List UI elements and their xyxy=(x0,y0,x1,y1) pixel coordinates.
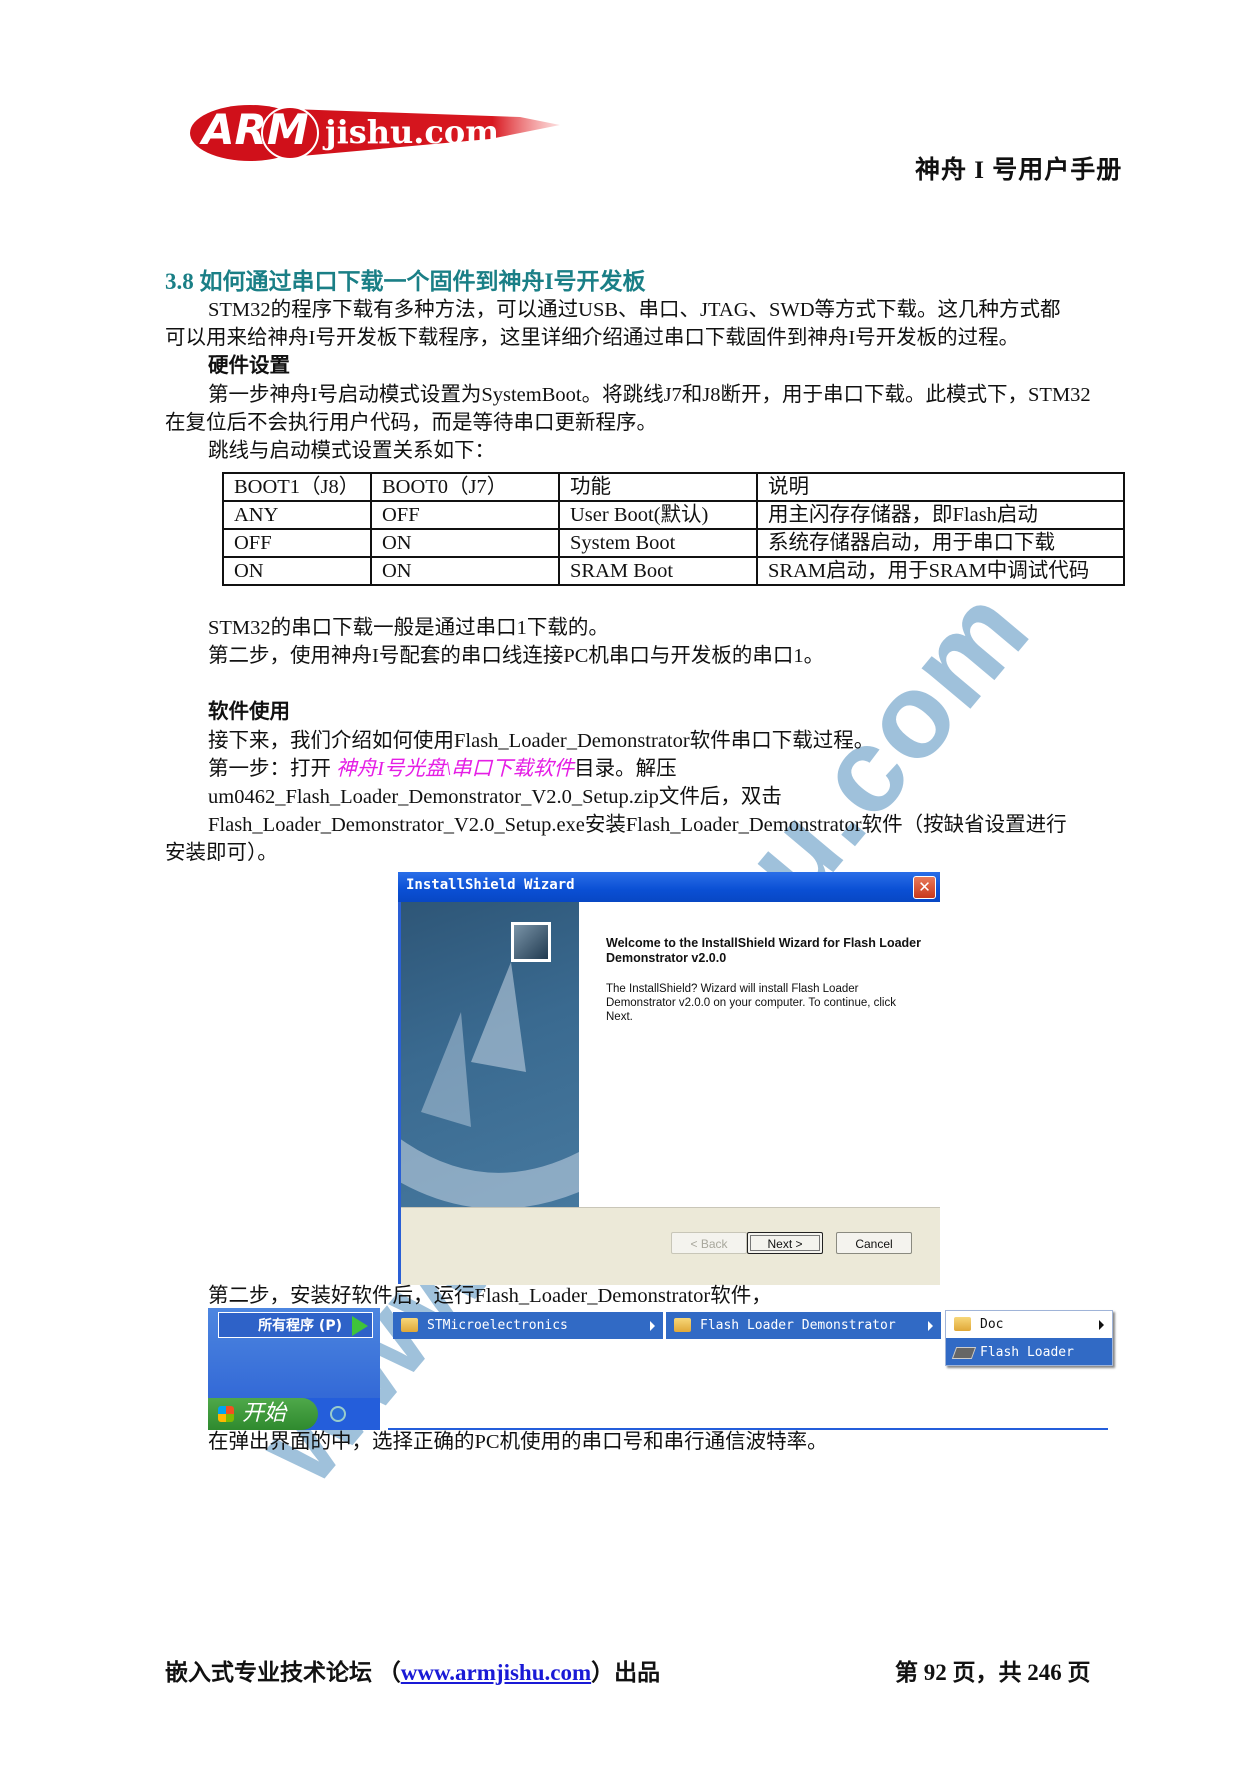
software-step1-zip: um0462_Flash_Loader_Demonstrator_V2.0_Se… xyxy=(208,786,782,808)
software-heading: 软件使用 xyxy=(208,701,290,723)
table-cell: User Boot(默认) xyxy=(558,500,758,530)
wizard-content: Welcome to the InstallShield Wizard for … xyxy=(606,936,926,1024)
menu-item-flash-loader-demo[interactable]: Flash Loader Demo xyxy=(946,1339,1112,1387)
back-button[interactable]: < Back xyxy=(671,1232,747,1254)
all-programs-item[interactable]: 所有程序 (P) xyxy=(218,1312,373,1338)
footer-prefix: 嵌入式专业技术论坛 （ xyxy=(165,1660,401,1685)
start-button[interactable]: 开始 xyxy=(208,1398,318,1430)
folder-icon xyxy=(674,1318,691,1332)
armjishu-logo: ARM jishu.com xyxy=(190,95,560,167)
hardware-step2: 第二步，使用神舟I号配套的串口线连接PC机串口与开发板的串口1。 xyxy=(208,645,825,667)
table-row: OFF ON System Boot 系统存储器启动，用于串口下载 xyxy=(222,528,1125,558)
close-icon[interactable]: ✕ xyxy=(913,876,936,899)
table-header-cell: 功能 xyxy=(558,472,758,502)
menu-item-doc[interactable]: Doc xyxy=(946,1311,1112,1338)
table-intro: 跳线与启动模式设置关系如下： xyxy=(208,440,495,462)
cancel-button[interactable]: Cancel xyxy=(836,1232,912,1254)
cd-directory-link[interactable]: 神舟I号光盘\串口下载软件 xyxy=(336,758,574,780)
hardware-heading: 硬件设置 xyxy=(208,355,290,377)
intro-paragraph-line2: 可以用来给神舟I号开发板下载程序，这里详细介绍通过串口下载固件到神舟I号开发板的… xyxy=(165,327,1020,349)
footer-site-link[interactable]: www.armjishu.com xyxy=(401,1660,591,1685)
table-cell: ANY xyxy=(222,500,372,530)
table-cell: ON xyxy=(222,556,372,586)
table-cell: 系统存储器启动，用于串口下载 xyxy=(756,528,1125,558)
chip-icon xyxy=(951,1347,977,1359)
menu-item-label: Flash Loader Demo xyxy=(980,1345,1074,1387)
table-header-cell: 说明 xyxy=(756,472,1125,502)
software-step2: 第二步，安装好软件后，运行Flash_Loader_Demonstrator软件… xyxy=(208,1285,772,1307)
logo-site-text: jishu.com xyxy=(325,113,500,151)
footer-publisher: 嵌入式专业技术论坛 （www.armjishu.com）出品 xyxy=(165,1653,660,1687)
menu-item-label: Flash Loader Demonstrator xyxy=(700,1318,896,1333)
table-cell: OFF xyxy=(222,528,372,558)
wizard-title: InstallShield Wizard xyxy=(406,877,575,893)
table-row: ON ON SRAM Boot SRAM启动，用于SRAM中调试代码 xyxy=(222,556,1125,586)
folder-icon xyxy=(954,1317,971,1331)
page-number: 第 92 页，共 246 页 xyxy=(895,1660,1091,1685)
installshield-wizard-window: InstallShield Wizard ✕ Welcome to the In… xyxy=(398,872,940,1285)
table-cell: System Boot xyxy=(558,528,758,558)
all-programs-label: 所有程序 (P) xyxy=(258,1318,342,1334)
submenu-panel: Doc Flash Loader Demo xyxy=(945,1310,1113,1387)
intro-paragraph-line1: STM32的程序下载有多种方法，可以通过USB、串口、JTAG、SWD等方式下载… xyxy=(208,299,1061,321)
software-step1-exe: Flash_Loader_Demonstrator_V2.0_Setup.exe… xyxy=(208,814,1067,836)
software-step3: 在弹出界面的中，选择正确的PC机使用的串口号和串行通信波特率。 xyxy=(208,1431,828,1453)
software-step1-end: 安装即可）。 xyxy=(165,842,278,864)
step1-suffix: 目录。解压 xyxy=(574,758,677,780)
taskbar: 开始 xyxy=(208,1398,380,1430)
internet-explorer-icon[interactable] xyxy=(330,1406,346,1422)
hardware-step1-line1: 第一步神舟I号启动模式设置为SystemBoot。将跳线J7和J8断开，用于串口… xyxy=(208,384,1091,406)
hardware-step1-line2: 在复位后不会执行用户代码，而是等待串口更新程序。 xyxy=(165,412,657,434)
table-cell: SRAM启动，用于SRAM中调试代码 xyxy=(756,556,1125,586)
menu-item-flash-loader-demonstrator[interactable]: Flash Loader Demonstrator xyxy=(666,1312,941,1339)
logo-arm-text: ARM xyxy=(202,105,309,154)
wizard-side-banner xyxy=(401,902,579,1207)
table-cell: ON xyxy=(370,528,560,558)
table-cell: SRAM Boot xyxy=(558,556,758,586)
document-title: 神舟 I 号用户手册 xyxy=(915,157,1123,184)
menu-item-label: Doc xyxy=(980,1317,1004,1332)
start-menu-panel: 所有程序 (P) 开始 xyxy=(208,1308,380,1430)
menu-item-label: STMicroelectronics xyxy=(427,1318,568,1333)
menu-item-stmicroelectronics[interactable]: STMicroelectronics xyxy=(393,1312,663,1339)
submenu-arrow-icon xyxy=(650,1321,655,1331)
start-label: 开始 xyxy=(242,1401,287,1426)
table-row: ANY OFF User Boot(默认) 用主闪存存储器，即Flash启动 xyxy=(222,500,1125,530)
table-header-cell: BOOT1（J8） xyxy=(222,472,372,502)
step1-prefix: 第一步：打开 xyxy=(208,758,337,780)
windows-logo-icon xyxy=(218,1406,234,1422)
arrow-right-icon xyxy=(352,1316,368,1336)
table-cell: OFF xyxy=(370,500,560,530)
wizard-button-bar: < Back Next > Cancel xyxy=(401,1207,940,1285)
next-button[interactable]: Next > xyxy=(747,1232,823,1254)
wizard-body-text: The InstallShield? Wizard will install F… xyxy=(606,983,896,1023)
boot-mode-table: BOOT1（J8） BOOT0（J7） 功能 说明 ANY OFF User B… xyxy=(222,472,1125,586)
serial-note: STM32的串口下载一般是通过串口1下载的。 xyxy=(208,617,609,639)
submenu-arrow-icon xyxy=(1099,1320,1104,1330)
submenu-arrow-icon xyxy=(928,1321,933,1331)
table-cell: 用主闪存存储器，即Flash启动 xyxy=(756,500,1125,530)
installshield-logo-icon xyxy=(511,922,551,962)
wizard-titlebar[interactable]: InstallShield Wizard ✕ xyxy=(398,872,940,902)
folder-icon xyxy=(401,1318,418,1332)
table-header-row: BOOT1（J8） BOOT0（J7） 功能 说明 xyxy=(222,472,1125,502)
software-intro: 接下来，我们介绍如何使用Flash_Loader_Demonstrator软件串… xyxy=(208,730,875,752)
table-header-cell: BOOT0（J7） xyxy=(370,472,560,502)
wizard-heading: Welcome to the InstallShield Wizard for … xyxy=(606,936,921,965)
windows-start-menu: 所有程序 (P) 开始 STMicroelectronics Flash Loa… xyxy=(208,1308,1113,1430)
table-cell: ON xyxy=(370,556,560,586)
footer-suffix: ）出品 xyxy=(591,1660,661,1685)
section-title: 3.8 如何通过串口下载一个固件到神舟I号开发板 xyxy=(165,269,646,294)
software-step1: 第一步：打开 神舟I号光盘\串口下载软件目录。解压 xyxy=(208,755,677,783)
